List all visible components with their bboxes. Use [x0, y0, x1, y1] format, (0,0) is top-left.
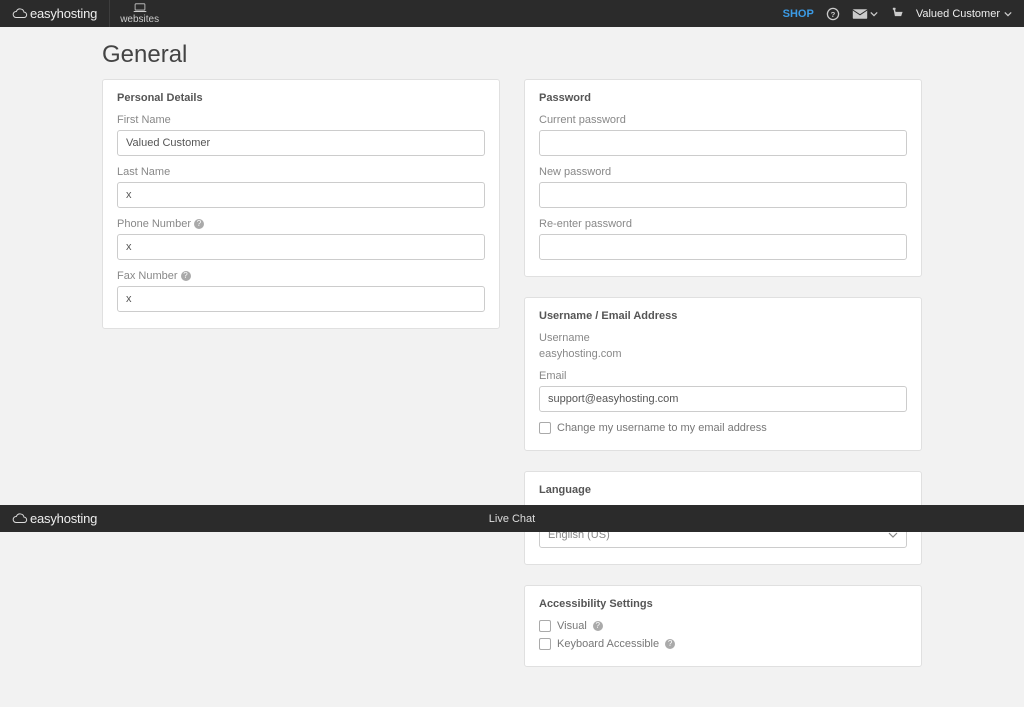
phone-label: Phone Number ? [117, 218, 485, 230]
brand-text: easyhosting [30, 6, 97, 21]
footer-brand-text: easyhosting [30, 511, 97, 526]
email-field: Email [539, 370, 907, 412]
mail-icon[interactable] [852, 8, 878, 20]
header-left: easyhosting websites [12, 0, 169, 27]
svg-text:?: ? [830, 9, 835, 18]
help-icon[interactable]: ? [826, 7, 840, 21]
fax-label-text: Fax Number [117, 270, 178, 282]
username-label: Username [539, 332, 907, 344]
personal-details-panel: Personal Details First Name Last Name Ph… [102, 79, 500, 329]
change-username-row: Change my username to my email address [539, 422, 907, 434]
first-name-field: First Name [117, 114, 485, 156]
cloud-icon [12, 513, 28, 524]
reenter-password-input[interactable] [539, 234, 907, 260]
nav-websites-label: websites [120, 14, 159, 25]
footer-logo[interactable]: easyhosting [12, 505, 97, 532]
email-input[interactable] [539, 386, 907, 412]
new-password-field: New password [539, 166, 907, 208]
header-right: SHOP ? Valued Customer [783, 7, 1012, 21]
accessibility-panel: Accessibility Settings Visual ? Keyboard… [524, 585, 922, 667]
right-column: Password Current password New password R… [524, 79, 922, 667]
email-label: Email [539, 370, 907, 382]
current-password-input[interactable] [539, 130, 907, 156]
page-title: General [102, 41, 922, 69]
phone-input[interactable] [117, 234, 485, 260]
password-panel: Password Current password New password R… [524, 79, 922, 277]
user-name: Valued Customer [916, 8, 1000, 20]
last-name-label: Last Name [117, 166, 485, 178]
chevron-down-icon [1004, 11, 1012, 17]
visual-checkbox[interactable] [539, 620, 551, 632]
columns: Personal Details First Name Last Name Ph… [102, 79, 922, 667]
password-panel-title: Password [539, 92, 907, 104]
keyboard-label: Keyboard Accessible [557, 638, 659, 650]
first-name-label: First Name [117, 114, 485, 126]
change-username-label: Change my username to my email address [557, 422, 767, 434]
accessibility-title: Accessibility Settings [539, 598, 907, 610]
chevron-down-icon [870, 11, 878, 17]
fax-label: Fax Number ? [117, 270, 485, 282]
visual-label: Visual [557, 620, 587, 632]
top-header: easyhosting websites SHOP ? Valued Custo… [0, 0, 1024, 27]
phone-field: Phone Number ? [117, 218, 485, 260]
live-chat-link[interactable]: Live Chat [489, 513, 535, 525]
current-password-label: Current password [539, 114, 907, 126]
current-password-field: Current password [539, 114, 907, 156]
phone-help-icon[interactable]: ? [194, 219, 204, 229]
first-name-input[interactable] [117, 130, 485, 156]
left-column: Personal Details First Name Last Name Ph… [102, 79, 500, 329]
fax-field: Fax Number ? [117, 270, 485, 312]
new-password-label: New password [539, 166, 907, 178]
last-name-field: Last Name [117, 166, 485, 208]
brand-logo[interactable]: easyhosting [12, 0, 109, 27]
fax-help-icon[interactable]: ? [181, 271, 191, 281]
change-username-checkbox[interactable] [539, 422, 551, 434]
chevron-down-icon [888, 532, 898, 538]
shop-link[interactable]: SHOP [783, 8, 814, 20]
username-email-title: Username / Email Address [539, 310, 907, 322]
cart-icon[interactable] [890, 7, 904, 21]
reenter-password-label: Re-enter password [539, 218, 907, 230]
personal-details-title: Personal Details [117, 92, 485, 104]
user-menu[interactable]: Valued Customer [916, 8, 1012, 20]
reenter-password-field: Re-enter password [539, 218, 907, 260]
keyboard-checkbox[interactable] [539, 638, 551, 650]
username-email-panel: Username / Email Address Username easyho… [524, 297, 922, 451]
footer: easyhosting Live Chat [0, 505, 1024, 532]
new-password-input[interactable] [539, 182, 907, 208]
last-name-input[interactable] [117, 182, 485, 208]
cloud-icon [12, 8, 28, 19]
username-value: easyhosting.com [539, 348, 907, 360]
keyboard-help-icon[interactable]: ? [665, 639, 675, 649]
visual-row: Visual ? [539, 620, 907, 632]
nav-websites[interactable]: websites [109, 0, 169, 27]
visual-help-icon[interactable]: ? [593, 621, 603, 631]
language-panel-title: Language [539, 484, 907, 496]
fax-input[interactable] [117, 286, 485, 312]
keyboard-row: Keyboard Accessible ? [539, 638, 907, 650]
page-content: General Personal Details First Name Last… [102, 27, 922, 707]
phone-label-text: Phone Number [117, 218, 191, 230]
laptop-icon [133, 3, 147, 13]
